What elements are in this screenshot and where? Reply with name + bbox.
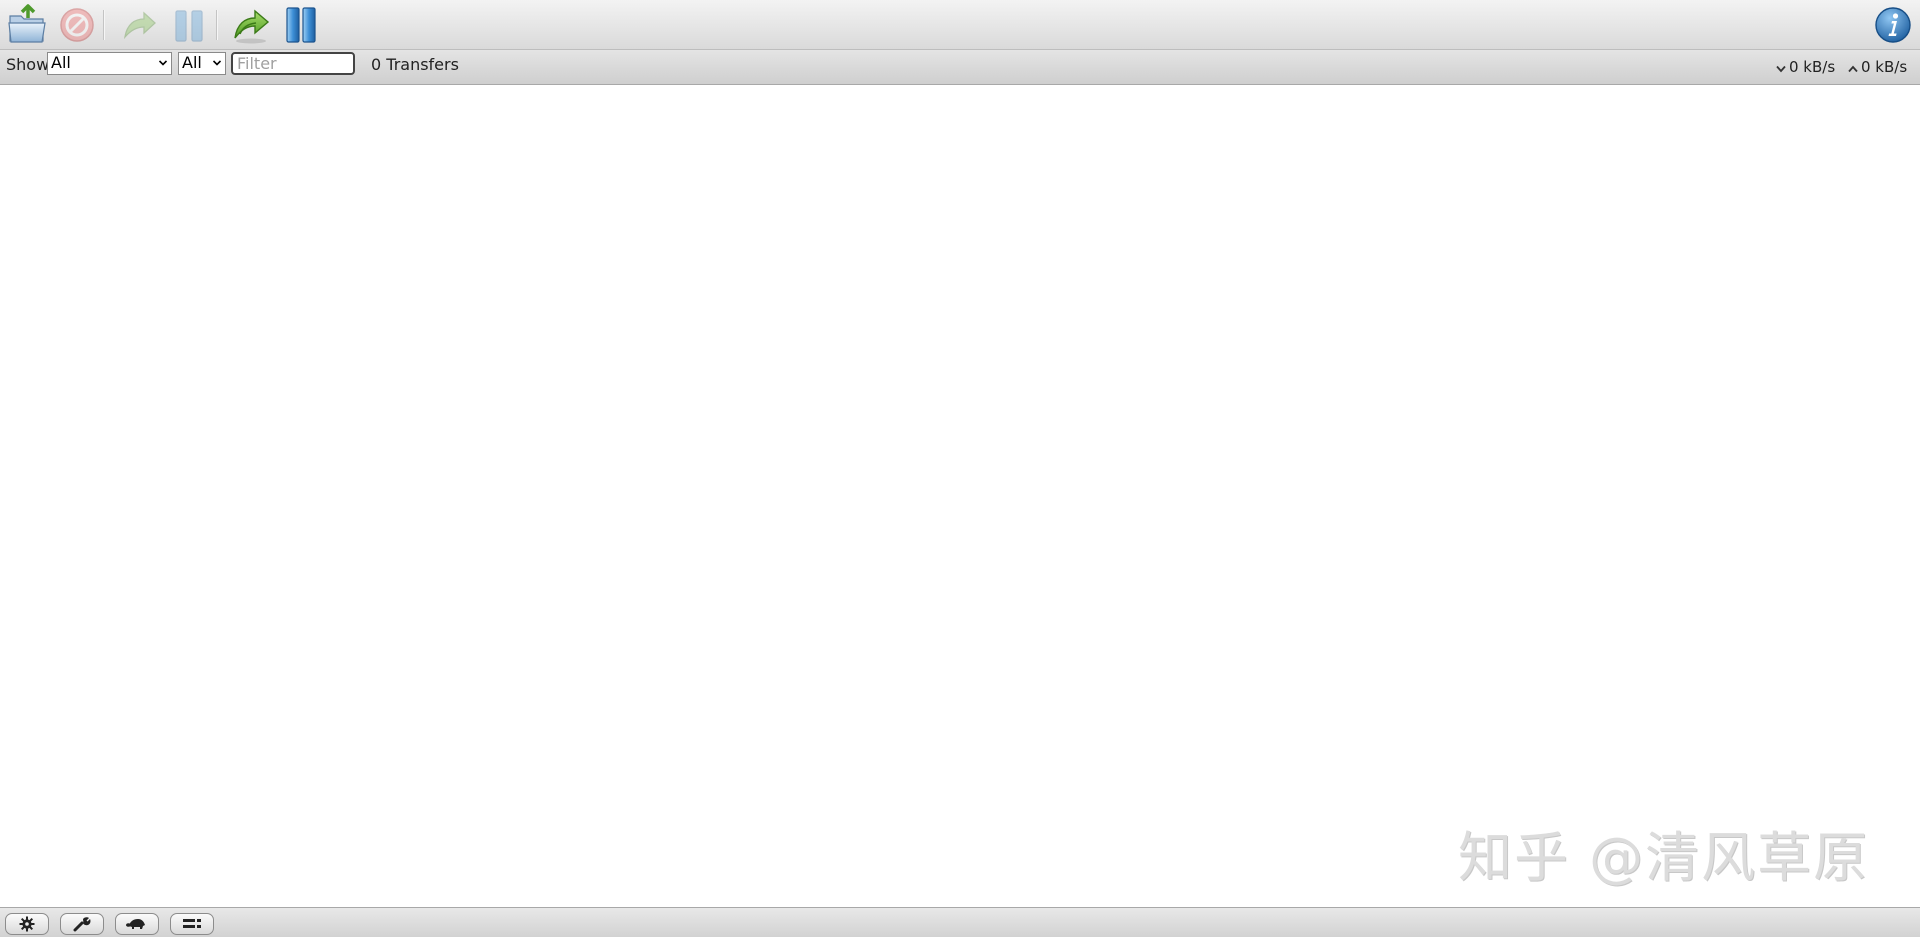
state-filter-select[interactable]: All	[47, 52, 172, 75]
pause-all-button[interactable]	[282, 4, 324, 46]
turtle-icon	[126, 919, 145, 929]
transfer-count: 0 Transfers	[371, 55, 459, 74]
state-filter-value: All	[51, 53, 71, 72]
resume-all-button[interactable]	[230, 4, 272, 46]
remove-torrent-button[interactable]	[56, 4, 98, 46]
tracker-filter-select[interactable]: All	[178, 52, 226, 75]
tracker-filter-value: All	[182, 53, 202, 72]
preferences-button[interactable]	[60, 913, 104, 935]
toolbar	[0, 0, 1920, 50]
download-rate-value: 0 kB/s	[1789, 58, 1836, 76]
settings-button[interactable]	[5, 913, 49, 935]
turtle-mode-button[interactable]	[115, 913, 159, 935]
transfer-list	[0, 85, 1920, 907]
open-folder-icon	[6, 4, 48, 46]
remove-circle-icon	[56, 4, 98, 46]
resume-arrow-icon	[118, 4, 160, 46]
resume-all-arrow-icon	[230, 4, 272, 46]
gear-icon	[19, 916, 35, 932]
pause-icon	[168, 4, 210, 46]
open-torrent-button[interactable]	[6, 4, 48, 46]
chevron-down-icon	[1776, 65, 1786, 73]
upload-rate-value: 0 kB/s	[1861, 58, 1908, 76]
chevron-up-icon	[1848, 65, 1858, 73]
info-icon	[1872, 4, 1914, 46]
download-rate: 0 kB/s	[1776, 57, 1835, 77]
filter-input[interactable]	[231, 52, 355, 75]
toolbar-separator	[216, 10, 218, 40]
wrench-icon	[73, 917, 91, 932]
chevron-down-icon	[159, 60, 167, 66]
toolbar-separator	[103, 10, 105, 40]
transmission-web-app: Show All All 0 Transfers 0 kB/s 0 kB/s	[0, 0, 1920, 937]
watermark: 知乎 @清风草原	[1458, 826, 1870, 889]
show-label: Show	[6, 55, 50, 74]
resume-selected-button[interactable]	[118, 4, 160, 46]
upload-rate: 0 kB/s	[1848, 57, 1907, 77]
inspector-button[interactable]	[1872, 4, 1914, 46]
pause-all-icon	[282, 4, 324, 46]
list-icon	[183, 919, 201, 928]
pause-selected-button[interactable]	[168, 4, 210, 46]
chevron-down-icon	[213, 60, 221, 66]
filter-bar: Show All All 0 Transfers 0 kB/s 0 kB/s	[0, 50, 1920, 85]
compact-view-button[interactable]	[170, 913, 214, 935]
bottom-bar	[0, 907, 1920, 937]
